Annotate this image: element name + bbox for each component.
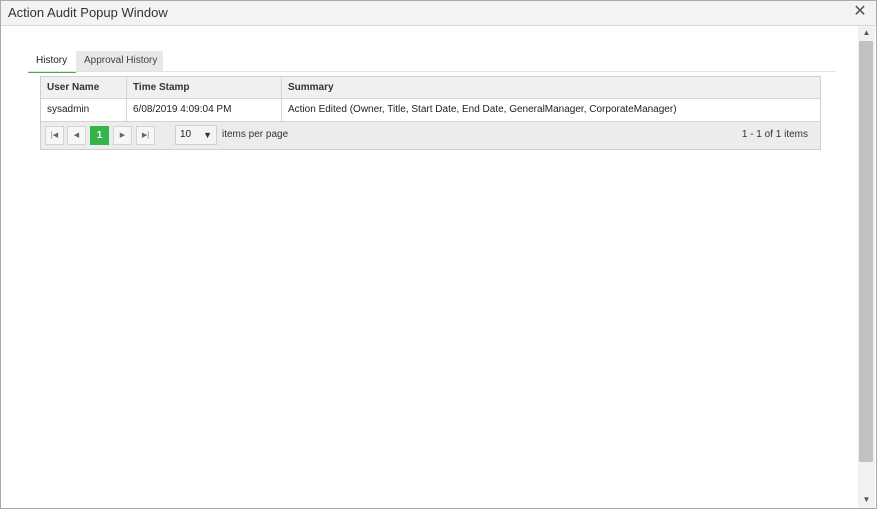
column-header-time-stamp[interactable]: Time Stamp bbox=[127, 77, 282, 98]
prev-page-icon[interactable]: ◀ bbox=[67, 126, 86, 145]
grid-pager: |◀ ◀ 1 ▶ ▶| 10 ▼ items per page 1 - 1 of… bbox=[41, 121, 820, 149]
tab-divider bbox=[28, 71, 836, 72]
close-icon[interactable]: ✕ bbox=[852, 4, 868, 20]
next-page-icon[interactable]: ▶ bbox=[113, 126, 132, 145]
first-page-icon[interactable]: |◀ bbox=[45, 126, 64, 145]
scroll-up-icon[interactable]: ▲ bbox=[858, 26, 875, 40]
scroll-down-icon[interactable]: ▼ bbox=[858, 493, 875, 507]
tab-history[interactable]: History bbox=[28, 51, 76, 73]
history-grid: User Name Time Stamp Summary sysadmin 6/… bbox=[40, 76, 821, 150]
tab-approval-history[interactable]: Approval History bbox=[76, 51, 163, 72]
vertical-scrollbar[interactable]: ▲ ▼ bbox=[858, 26, 875, 508]
popup-content: History Approval History User Name Time … bbox=[1, 26, 858, 508]
cell-user-name: sysadmin bbox=[41, 99, 127, 121]
grid-header: User Name Time Stamp Summary bbox=[41, 77, 820, 99]
items-per-page-label: items per page bbox=[222, 129, 289, 140]
column-header-user-name[interactable]: User Name bbox=[41, 77, 127, 98]
chevron-down-icon: ▼ bbox=[203, 130, 212, 140]
title-bar: Action Audit Popup Window ✕ bbox=[1, 1, 876, 26]
column-header-summary[interactable]: Summary bbox=[282, 77, 820, 98]
page-size-select[interactable]: 10 ▼ bbox=[175, 125, 217, 145]
page-button-1[interactable]: 1 bbox=[90, 126, 109, 145]
cell-summary: Action Edited (Owner, Title, Start Date,… bbox=[288, 104, 677, 115]
audit-popup-window: Action Audit Popup Window ✕ History Appr… bbox=[0, 0, 877, 509]
table-row[interactable]: sysadmin 6/08/2019 4:09:04 PM Action Edi… bbox=[41, 99, 820, 121]
scrollbar-thumb[interactable] bbox=[859, 41, 873, 462]
pager-info: 1 - 1 of 1 items bbox=[741, 129, 808, 140]
last-page-icon[interactable]: ▶| bbox=[136, 126, 155, 145]
cell-time-stamp: 6/08/2019 4:09:04 PM bbox=[127, 99, 282, 121]
window-title: Action Audit Popup Window bbox=[8, 5, 168, 20]
page-size-value: 10 bbox=[180, 129, 192, 140]
